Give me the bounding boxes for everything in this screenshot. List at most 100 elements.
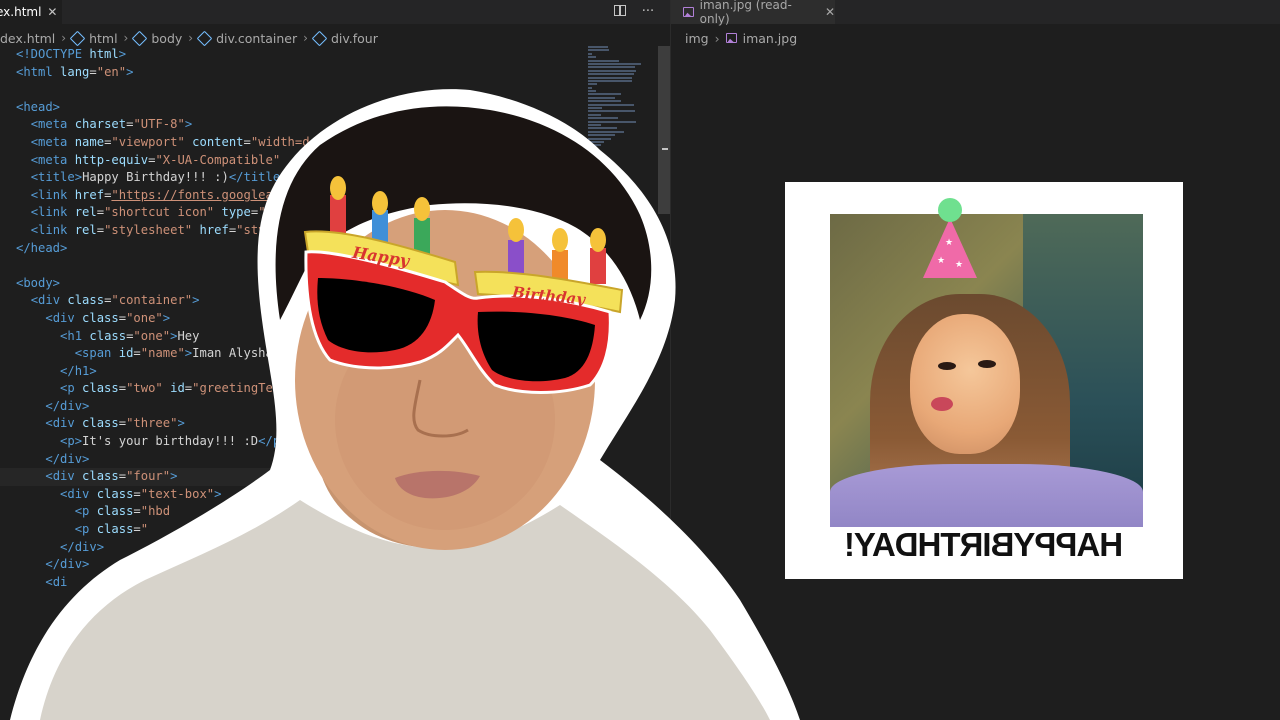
code-line[interactable]: <meta http-equiv="X-UA-Compatible": [0, 152, 585, 170]
minimap-line: [588, 100, 621, 103]
code-token: <di: [45, 574, 68, 589]
code-line[interactable]: <head>: [0, 99, 585, 117]
code-line[interactable]: <p class="hbd: [0, 503, 585, 521]
code-line[interactable]: </div>: [0, 556, 585, 574]
tab-index-html[interactable]: ex.html ✕: [0, 0, 62, 24]
minimap-line: [588, 83, 598, 86]
code-line[interactable]: <di: [0, 574, 585, 592]
breadcrumb-item[interactable]: img: [685, 31, 709, 46]
code-line[interactable]: [0, 257, 585, 275]
code-token: class: [67, 293, 105, 308]
code-editor[interactable]: <!DOCTYPE html> <html lang="en"> <head> <m…: [0, 46, 585, 591]
code-token: <h1: [60, 328, 90, 343]
minimap-line: [588, 130, 625, 133]
code-line[interactable]: </div>: [0, 539, 585, 557]
code-line[interactable]: [0, 81, 585, 99]
code-line[interactable]: </div>: [0, 398, 585, 416]
breadcrumb-item[interactable]: iman.jpg: [743, 31, 798, 46]
code-token: type: [221, 205, 251, 220]
code-token: =: [243, 134, 251, 149]
code-line[interactable]: </div>: [0, 451, 585, 469]
code-line[interactable]: </h1>: [0, 363, 585, 381]
minimap-line: [588, 73, 634, 76]
code-line[interactable]: <p>It's your birthday!!! :D</p>: [0, 433, 585, 451]
code-token: >: [192, 293, 200, 308]
star-icon: ★: [955, 260, 964, 270]
photo-lips: [931, 397, 953, 411]
code-line[interactable]: <div class="one">: [0, 310, 585, 328]
code-line[interactable]: <html lang="en">: [0, 64, 585, 82]
code-token: <div: [60, 486, 97, 501]
minimap-line: [588, 62, 642, 65]
code-token: <link: [30, 205, 75, 220]
code-token: "en": [96, 64, 127, 79]
image-preview: ★ ★ ★ HAPPYBIRTHDAY!: [785, 182, 1183, 579]
code-token: </head>: [16, 240, 68, 255]
code-token: "sty: [236, 222, 266, 237]
code-token: </p>: [258, 434, 288, 449]
code-token: "stylesheet": [104, 222, 200, 237]
close-icon[interactable]: ✕: [825, 5, 835, 19]
code-line[interactable]: <title>Happy Birthday!!! :)</title>: [0, 169, 585, 187]
code-token: Iman Alysha: [192, 346, 273, 361]
code-token: =: [118, 416, 127, 431]
more-actions-icon[interactable]: ···: [640, 3, 656, 19]
code-line[interactable]: <link rel="shortcut icon" type=": [0, 204, 585, 222]
minimap-line: [588, 90, 596, 93]
code-line[interactable]: <p class=": [0, 521, 585, 539]
code-line[interactable]: <link href="https://fonts.googlea: [0, 187, 585, 205]
tab-iman-jpg[interactable]: iman.jpg (read-only) ✕: [671, 0, 835, 26]
code-token: "name": [140, 346, 185, 361]
split-editor-icon[interactable]: [614, 5, 626, 16]
code-token: It's your birthday!!! :D: [82, 434, 259, 449]
code-token: <div: [45, 310, 83, 325]
element-icon: [311, 30, 328, 46]
close-icon[interactable]: ✕: [47, 5, 57, 19]
code-line[interactable]: <link rel="stylesheet" href="sty: [0, 222, 585, 240]
code-line[interactable]: <span id="name">Iman Alysha: [0, 345, 585, 363]
preview-caption: HAPPYBIRTHDAY!: [785, 526, 1183, 564]
code-line[interactable]: <div class="four">: [0, 468, 585, 486]
breadcrumb-item[interactable]: body: [132, 30, 182, 46]
code-line[interactable]: <h1 class="one">Hey: [0, 328, 585, 346]
code-token: class: [82, 416, 119, 431]
minimap[interactable]: [588, 46, 658, 216]
right-editor-group: iman.jpg (read-only) ✕ img › iman.jpg ★ …: [670, 0, 1280, 720]
photo-sweater: [830, 464, 1143, 527]
party-hat-cone: [923, 218, 977, 278]
code-line[interactable]: <meta charset="UTF-8">: [0, 116, 585, 134]
scrollbar[interactable]: [658, 46, 670, 214]
code-token: <title>: [30, 170, 83, 185]
code-token: "UTF-8": [133, 117, 185, 132]
breadcrumb-item[interactable]: div.four: [311, 30, 378, 46]
breadcrumb-item[interactable]: html: [69, 30, 118, 46]
code-line[interactable]: <div class="container">: [0, 292, 585, 310]
left-tab-bar: ex.html ✕ ···: [0, 0, 670, 24]
code-token: "two": [126, 381, 171, 396]
code-line[interactable]: <div class="text-box">: [0, 486, 585, 504]
code-line[interactable]: </head>: [0, 240, 585, 258]
tab-label: iman.jpg (read-only): [699, 0, 792, 26]
code-line[interactable]: <meta name="viewport" content="width=de: [0, 134, 585, 152]
code-line[interactable]: <div class="three">: [0, 415, 585, 433]
code-line[interactable]: <body>: [0, 275, 585, 293]
code-token: </div>: [45, 451, 90, 466]
code-line[interactable]: <!DOCTYPE html>: [0, 46, 585, 64]
code-token: class: [82, 469, 119, 484]
code-token: "text-box": [140, 486, 215, 501]
breadcrumb-item[interactable]: dex.html: [0, 31, 55, 46]
minimap-line: [588, 144, 601, 147]
minimap-line: [588, 110, 635, 113]
minimap-line: [588, 76, 633, 79]
breadcrumb-label: div.container: [216, 30, 298, 46]
breadcrumb-item[interactable]: div.container: [196, 30, 298, 46]
code-line[interactable]: <p class="two" id="greetingTex: [0, 380, 585, 398]
